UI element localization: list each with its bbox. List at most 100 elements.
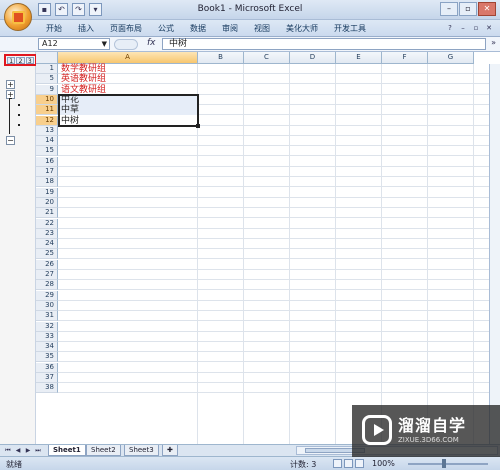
sheet-tab-3[interactable]: Sheet3 xyxy=(124,445,159,456)
column-header-a[interactable]: A xyxy=(58,52,198,64)
column-header-e[interactable]: E xyxy=(336,52,382,64)
zoom-slider-track[interactable] xyxy=(408,463,488,465)
ribbon-tab[interactable]: 页面布局 xyxy=(102,23,150,34)
row-header-10[interactable]: 10 xyxy=(36,94,58,105)
column-header-f[interactable]: F xyxy=(382,52,428,64)
outline-level-2-button[interactable]: 2 xyxy=(16,57,25,65)
table-row xyxy=(58,177,500,188)
outline-level-3-button[interactable]: 3 xyxy=(25,57,34,65)
row-header-15[interactable]: 15 xyxy=(36,146,58,157)
row-header-32[interactable]: 32 xyxy=(36,321,58,332)
close-button[interactable]: ✕ xyxy=(478,2,496,16)
table-row xyxy=(58,167,500,177)
sheet-navigation: ⏮ ◀ ▶ ⏭ xyxy=(4,446,42,455)
restore-ribbon-icon[interactable]: ▫ xyxy=(471,23,481,33)
help-icon[interactable]: ? xyxy=(445,23,455,33)
table-row xyxy=(58,146,500,157)
column-header-d[interactable]: D xyxy=(290,52,336,64)
cell-a11[interactable]: 中草 xyxy=(59,105,199,116)
row-header-22[interactable]: 22 xyxy=(36,218,58,229)
cell-a1[interactable]: 数学教研组 xyxy=(59,64,199,74)
expand-formula-icon[interactable]: » xyxy=(491,38,496,47)
maximize-button[interactable]: ▫ xyxy=(459,2,477,16)
row-header-33[interactable]: 33 xyxy=(36,331,58,342)
row-header-16[interactable]: 16 xyxy=(36,156,58,167)
row-header-26[interactable]: 26 xyxy=(36,259,58,270)
minimize-ribbon-icon[interactable]: – xyxy=(458,23,468,33)
row-header-9[interactable]: 9 xyxy=(36,84,58,95)
column-header-c[interactable]: C xyxy=(244,52,290,64)
outline-level-1-button[interactable]: 1 xyxy=(7,57,16,65)
page-layout-view-icon[interactable] xyxy=(344,459,353,468)
row-header-35[interactable]: 35 xyxy=(36,352,58,363)
play-logo-icon xyxy=(362,415,392,445)
minimize-button[interactable]: – xyxy=(440,2,458,16)
page-break-view-icon[interactable] xyxy=(355,459,364,468)
prev-sheet-icon[interactable]: ◀ xyxy=(14,446,22,455)
row-header-30[interactable]: 30 xyxy=(36,300,58,311)
insert-function-button[interactable]: fx xyxy=(147,38,156,48)
table-row xyxy=(58,342,500,353)
worksheet-grid[interactable]: A B C D E F G 1 数学教研组 5 英语教研组 9 语文教研组 10 中花 11 中草 12 中树 13 1… xyxy=(36,52,500,444)
row-header-23[interactable]: 23 xyxy=(36,228,58,239)
collapse-group-icon[interactable]: − xyxy=(6,136,15,145)
row-header-17[interactable]: 17 xyxy=(36,167,58,177)
name-box[interactable]: A12 ▼ xyxy=(38,38,110,50)
row-header-28[interactable]: 28 xyxy=(36,280,58,291)
normal-view-icon[interactable] xyxy=(333,459,342,468)
vertical-scrollbar[interactable] xyxy=(489,64,500,444)
chevron-down-icon[interactable]: ▼ xyxy=(102,39,107,49)
row-header-14[interactable]: 14 xyxy=(36,136,58,147)
column-header-g[interactable]: G xyxy=(428,52,474,64)
ribbon-tab[interactable]: 插入 xyxy=(70,23,102,34)
row-header-13[interactable]: 13 xyxy=(36,125,58,136)
cell-a5[interactable]: 英语教研组 xyxy=(59,74,199,84)
sheet-tab-1[interactable]: Sheet1 xyxy=(48,445,86,456)
cell-a10[interactable]: 中花 xyxy=(59,94,199,105)
row-header-1[interactable]: 1 xyxy=(36,64,58,74)
row-header-24[interactable]: 24 xyxy=(36,239,58,250)
zoom-slider-thumb[interactable] xyxy=(442,459,446,468)
row-header-38[interactable]: 38 xyxy=(36,383,58,394)
table-row xyxy=(58,322,500,332)
row-header-25[interactable]: 25 xyxy=(36,249,58,260)
cell-a12[interactable]: 中树 xyxy=(59,116,199,126)
table-row xyxy=(58,229,500,239)
cell-a9[interactable]: 语文教研组 xyxy=(59,85,199,95)
outline-tick xyxy=(9,98,12,99)
next-sheet-icon[interactable]: ▶ xyxy=(24,446,32,455)
row-header-18[interactable]: 18 xyxy=(36,177,58,188)
table-row xyxy=(58,301,500,311)
row-header-11[interactable]: 11 xyxy=(36,105,58,116)
row-header-21[interactable]: 21 xyxy=(36,208,58,219)
insert-sheet-icon[interactable]: ✚ xyxy=(162,445,178,456)
row-header-29[interactable]: 29 xyxy=(36,290,58,301)
close-workbook-icon[interactable]: ✕ xyxy=(484,23,494,33)
ribbon-tab[interactable]: 数据 xyxy=(182,23,214,34)
expand-group-icon[interactable]: + xyxy=(6,80,15,89)
row-header-34[interactable]: 34 xyxy=(36,342,58,353)
zoom-level[interactable]: 100% xyxy=(372,459,395,468)
ribbon-tab[interactable]: 开始 xyxy=(38,23,70,34)
formula-input[interactable]: 中树 xyxy=(162,38,486,50)
ribbon-tab[interactable]: 审阅 xyxy=(214,23,246,34)
sheet-tab-2[interactable]: Sheet2 xyxy=(86,445,121,456)
ribbon-tab[interactable]: 开发工具 xyxy=(326,23,374,34)
ribbon-tab[interactable]: 公式 xyxy=(150,23,182,34)
row-header-36[interactable]: 36 xyxy=(36,362,58,373)
row-header-12[interactable]: 12 xyxy=(36,115,58,126)
row-header-37[interactable]: 37 xyxy=(36,373,58,383)
row-header-31[interactable]: 31 xyxy=(36,311,58,322)
row-header-19[interactable]: 19 xyxy=(36,187,58,198)
office-button[interactable] xyxy=(4,3,32,31)
select-all-corner[interactable] xyxy=(36,52,58,64)
row-header-20[interactable]: 20 xyxy=(36,197,58,208)
last-sheet-icon[interactable]: ⏭ xyxy=(34,446,42,455)
first-sheet-icon[interactable]: ⏮ xyxy=(4,446,12,455)
row-header-27[interactable]: 27 xyxy=(36,270,58,280)
fill-handle[interactable] xyxy=(196,123,200,128)
column-header-b[interactable]: B xyxy=(198,52,244,64)
row-header-5[interactable]: 5 xyxy=(36,74,58,85)
ribbon-tab[interactable]: 美化大师 xyxy=(278,23,326,34)
ribbon-tab[interactable]: 视图 xyxy=(246,23,278,34)
